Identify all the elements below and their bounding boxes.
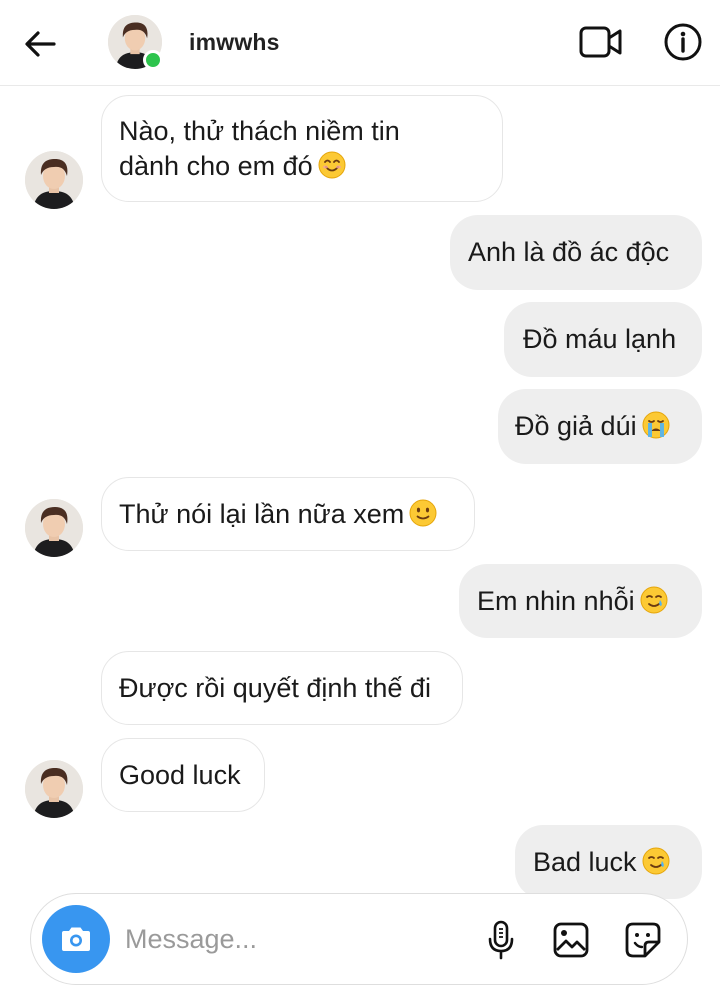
- message-text: Thử nói lại lần nữa xem: [119, 499, 405, 529]
- message-composer: [30, 893, 688, 985]
- outgoing-message[interactable]: Bad luck: [515, 825, 702, 899]
- incoming-message[interactable]: Thử nói lại lần nữa xem: [101, 477, 475, 551]
- smiling-face-icon: [318, 151, 346, 179]
- voice-message-button[interactable]: [481, 918, 521, 962]
- message-text: Good luck: [119, 760, 241, 790]
- gallery-button[interactable]: [549, 918, 593, 962]
- loudly-crying-face-icon: [642, 411, 670, 439]
- smiling-face-with-tear-icon: [640, 586, 668, 614]
- outgoing-message[interactable]: Em nhin nhỗi: [459, 564, 702, 638]
- microphone-icon: [488, 920, 514, 960]
- message-text: Đồ máu lạnh: [523, 324, 677, 354]
- conversation-info-button[interactable]: [658, 18, 708, 66]
- message-text: Anh là đồ ác độc: [468, 237, 670, 267]
- chat-header: imwwhs: [0, 0, 720, 86]
- outgoing-message[interactable]: Anh là đồ ác độc: [450, 215, 702, 290]
- sender-avatar[interactable]: [25, 499, 83, 557]
- smiling-face-with-tear-icon: [642, 847, 670, 875]
- video-call-button[interactable]: [576, 20, 626, 64]
- camera-button[interactable]: [42, 905, 110, 973]
- video-camera-icon: [579, 26, 622, 58]
- sticker-icon: [625, 922, 661, 958]
- chat-username[interactable]: imwwhs: [189, 29, 280, 56]
- message-text-line: dành cho em đó: [119, 149, 502, 184]
- message-input[interactable]: [125, 918, 455, 960]
- incoming-message[interactable]: Được rồi quyết định thế đi: [101, 651, 463, 725]
- image-icon: [553, 922, 589, 958]
- incoming-message[interactable]: Good luck: [101, 738, 265, 812]
- info-icon: [664, 23, 702, 61]
- incoming-message[interactable]: Nào, thử thách niềm tin dành cho em đó: [101, 95, 503, 202]
- message-text: Được rồi quyết định thế đi: [119, 673, 431, 703]
- sender-avatar[interactable]: [25, 760, 83, 818]
- online-status-dot: [143, 50, 163, 70]
- sender-avatar[interactable]: [25, 151, 83, 209]
- outgoing-message[interactable]: Đồ máu lạnh: [504, 302, 702, 377]
- message-text: Nào, thử thách niềm tin: [119, 116, 400, 146]
- message-text: Đồ giả dúi: [515, 411, 637, 441]
- sticker-button[interactable]: [621, 918, 665, 962]
- outgoing-message[interactable]: Đồ giả dúi: [498, 389, 702, 464]
- message-text: Bad luck: [533, 847, 637, 877]
- slightly-smiling-face-icon: [409, 499, 437, 527]
- arrow-left-icon: [25, 31, 56, 57]
- camera-icon: [62, 927, 90, 951]
- back-button[interactable]: [20, 24, 60, 64]
- message-text: Em nhin nhỗi: [477, 586, 635, 616]
- message-text: dành cho em đó: [119, 151, 313, 181]
